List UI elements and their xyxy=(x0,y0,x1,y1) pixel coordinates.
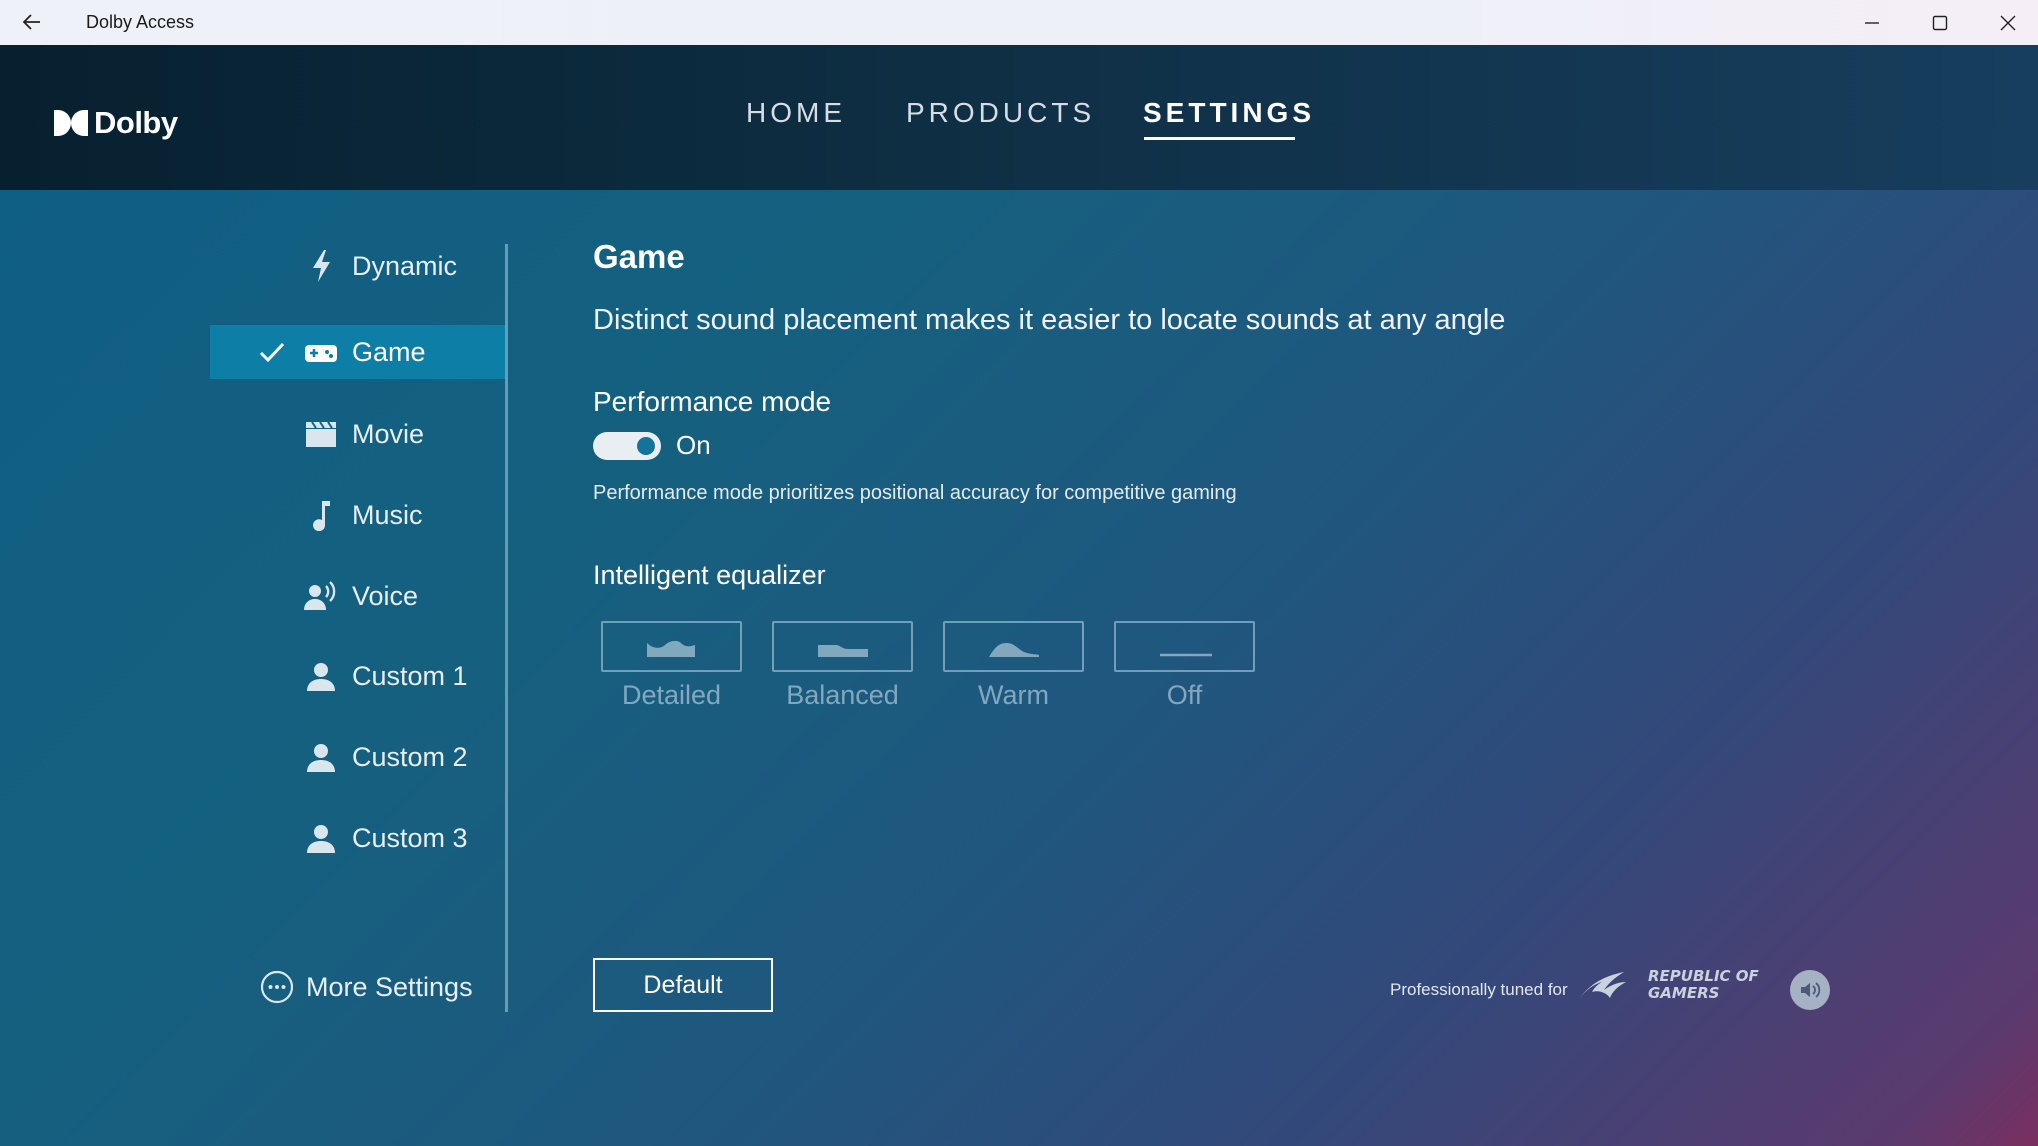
sidebar-item-label: Movie xyxy=(352,419,425,449)
eq-option-balanced[interactable] xyxy=(772,621,913,672)
equalizer-heading: Intelligent equalizer xyxy=(593,560,826,590)
eq-off-icon xyxy=(1160,653,1212,657)
window-title: Dolby Access xyxy=(86,12,195,32)
sidebar-item-label: Custom 1 xyxy=(352,661,468,691)
default-button[interactable]: Default xyxy=(593,958,773,1012)
app-header: Dolby HOME PRODUCTS SETTINGS xyxy=(0,45,2038,190)
dolby-mark-icon xyxy=(54,110,88,136)
close-icon xyxy=(2000,15,2016,30)
sidebar-divider xyxy=(505,244,508,1012)
eq-option-detailed[interactable] xyxy=(601,621,742,672)
more-settings-button[interactable]: More Settings xyxy=(260,970,473,1004)
minimize-button[interactable] xyxy=(1838,0,1906,45)
nav-home[interactable]: HOME xyxy=(746,97,846,129)
more-horizontal-icon xyxy=(260,970,294,1004)
voice-icon xyxy=(304,581,336,610)
lightning-icon xyxy=(313,250,330,282)
mode-description: Distinct sound placement makes it easier… xyxy=(593,304,1506,336)
sidebar-item-voice[interactable]: Voice xyxy=(210,569,506,623)
sidebar-item-movie[interactable]: Movie xyxy=(210,407,506,461)
sidebar-item-dynamic[interactable]: Dynamic xyxy=(210,239,506,293)
speaker-test-button[interactable] xyxy=(1790,970,1830,1010)
sidebar-item-label: Dynamic xyxy=(352,251,458,281)
republic-of-gamers-logo: REPUBLIC OF GAMERS xyxy=(1580,967,1760,1002)
eq-detailed-icon xyxy=(647,640,695,657)
maximize-button[interactable] xyxy=(1906,0,1974,45)
checkmark-icon xyxy=(259,342,285,363)
nav-active-indicator xyxy=(1144,137,1295,140)
more-settings-label: More Settings xyxy=(306,971,473,1002)
toggle-knob xyxy=(637,437,655,455)
performance-mode-toggle[interactable] xyxy=(593,432,661,460)
eq-option-off[interactable] xyxy=(1114,621,1255,672)
person-icon xyxy=(307,825,335,853)
back-button[interactable] xyxy=(18,8,46,36)
sidebar-item-label: Custom 2 xyxy=(352,742,468,772)
sidebar-item-music[interactable]: Music xyxy=(210,488,506,542)
maximize-icon xyxy=(1932,15,1948,30)
title-bar: Dolby Access xyxy=(0,0,2038,45)
clapperboard-icon xyxy=(306,421,336,447)
sidebar-item-label: Game xyxy=(352,337,426,367)
eq-option-warm[interactable] xyxy=(943,621,1084,672)
sidebar-item-custom-2[interactable]: Custom 2 xyxy=(210,730,506,784)
sidebar-item-custom-1[interactable]: Custom 1 xyxy=(210,649,506,703)
gamepad-icon xyxy=(305,345,337,362)
page-title: Game xyxy=(593,238,685,275)
close-button[interactable] xyxy=(1974,0,2038,45)
tuned-for-text: Professionally tuned for xyxy=(1390,980,1568,999)
speaker-icon xyxy=(1801,982,1821,998)
music-note-icon xyxy=(313,501,330,531)
nav-products[interactable]: PRODUCTS xyxy=(906,97,1095,129)
performance-mode-note: Performance mode prioritizes positional … xyxy=(593,482,1237,504)
eq-label-off: Off xyxy=(1166,680,1203,710)
eq-balanced-icon xyxy=(818,645,868,657)
performance-mode-heading: Performance mode xyxy=(593,386,832,417)
nav-settings[interactable]: SETTINGS xyxy=(1143,97,1315,129)
person-icon xyxy=(307,663,335,691)
svg-text:REPUBLIC OF: REPUBLIC OF xyxy=(1648,967,1760,985)
sidebar-item-label: Voice xyxy=(352,581,419,611)
eq-label-detailed: Detailed xyxy=(621,680,722,710)
sidebar-item-label: Custom 3 xyxy=(352,823,468,853)
sidebar-item-custom-3[interactable]: Custom 3 xyxy=(210,811,506,865)
dolby-logo: Dolby xyxy=(54,105,178,141)
sidebar-item-game[interactable]: Game xyxy=(210,325,506,379)
main-area: Dynamic Game Movie Music Voice Custom 1 … xyxy=(0,190,2038,1146)
sidebar-item-label: Music xyxy=(352,500,423,530)
toggle-state-label: On xyxy=(676,430,711,460)
person-icon xyxy=(307,744,335,772)
brand-name: Dolby xyxy=(94,105,178,140)
svg-text:GAMERS: GAMERS xyxy=(1648,984,1719,1002)
minimize-icon xyxy=(1865,21,1879,24)
eq-label-balanced: Balanced xyxy=(786,680,899,710)
eq-label-warm: Warm xyxy=(978,680,1049,710)
arrow-left-icon xyxy=(22,14,40,30)
eq-warm-icon xyxy=(989,643,1039,657)
